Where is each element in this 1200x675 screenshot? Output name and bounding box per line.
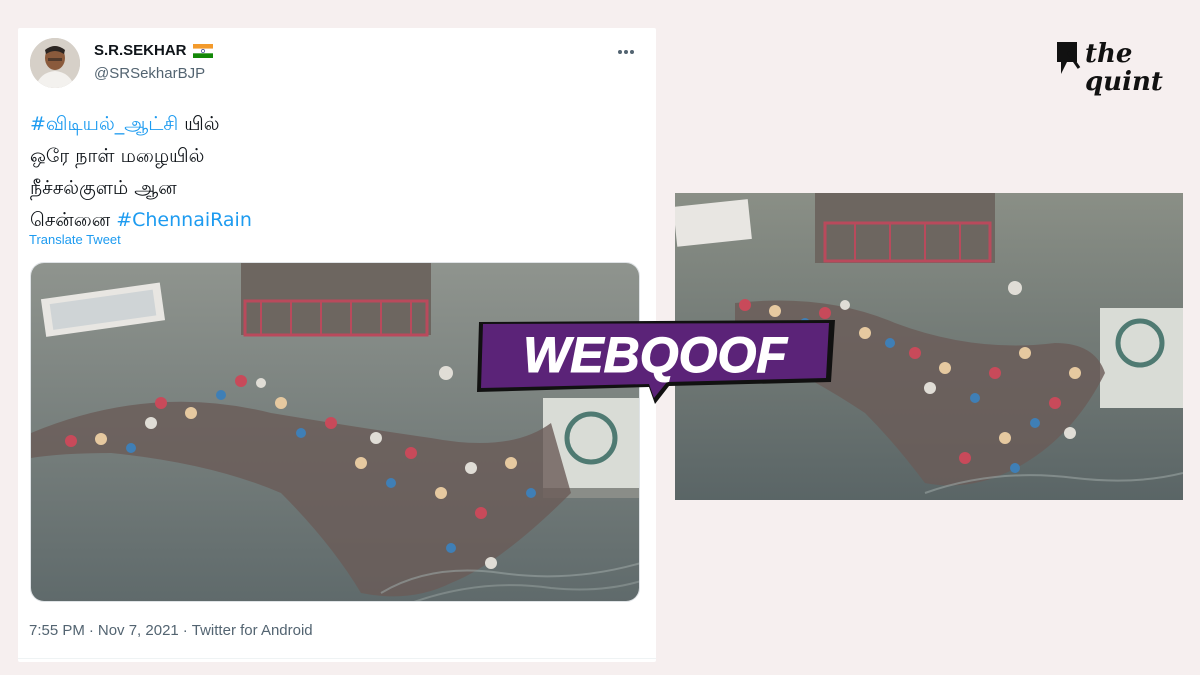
hashtag-link[interactable]: #ChennaiRain	[116, 209, 252, 231]
more-options-button[interactable]	[612, 40, 640, 64]
tweet-meta: 7:55 PM · Nov 7, 2021 · Twitter for Android	[29, 622, 313, 639]
tweet-line-text: சென்னை	[30, 209, 117, 231]
tweet-source[interactable]: Twitter for Android	[192, 622, 313, 639]
india-flag-icon	[192, 43, 213, 58]
tweet-line-3: நீச்சல்குளம் ஆன	[30, 177, 177, 199]
webqoof-badge: WEBQOOF	[473, 320, 838, 404]
tweet-photo[interactable]	[30, 262, 640, 602]
quint-speech-icon	[1057, 42, 1081, 74]
tweet-time[interactable]: 7:55 PM	[29, 622, 85, 639]
handle[interactable]: @SRSekharBJP	[94, 65, 205, 82]
tweet-line-1: #விடியல்_ஆட்சி யில்	[30, 108, 630, 140]
display-name[interactable]: S.R.SEKHAR	[94, 42, 213, 59]
logo-line-quint: quint	[1085, 67, 1163, 97]
webqoof-label: WEBQOOF	[523, 327, 788, 383]
display-name-text[interactable]: S.R.SEKHAR	[94, 42, 187, 59]
divider	[18, 658, 656, 659]
avatar[interactable]	[30, 38, 80, 88]
translate-tweet-link[interactable]: Translate Tweet	[29, 232, 121, 247]
the-quint-logo: the quint	[1055, 38, 1175, 110]
tweet-line-text: யில்	[178, 113, 220, 135]
hashtag-link[interactable]: #விடியல்_ஆட்சி	[30, 113, 178, 135]
more-horizontal-icon	[618, 50, 634, 54]
tweet-text: #விடியல்_ஆட்சி யில் ஒரே நாள் மழையில் நீச…	[30, 108, 630, 236]
logo-line-the: the	[1085, 39, 1133, 69]
meta-separator: ·	[182, 622, 188, 639]
tweet-line-2: ஒரே நாள் மழையில்	[30, 145, 205, 167]
tweet-date[interactable]: Nov 7, 2021	[98, 622, 179, 639]
logo-text: the quint	[1085, 40, 1163, 96]
meta-separator: ·	[88, 622, 94, 639]
